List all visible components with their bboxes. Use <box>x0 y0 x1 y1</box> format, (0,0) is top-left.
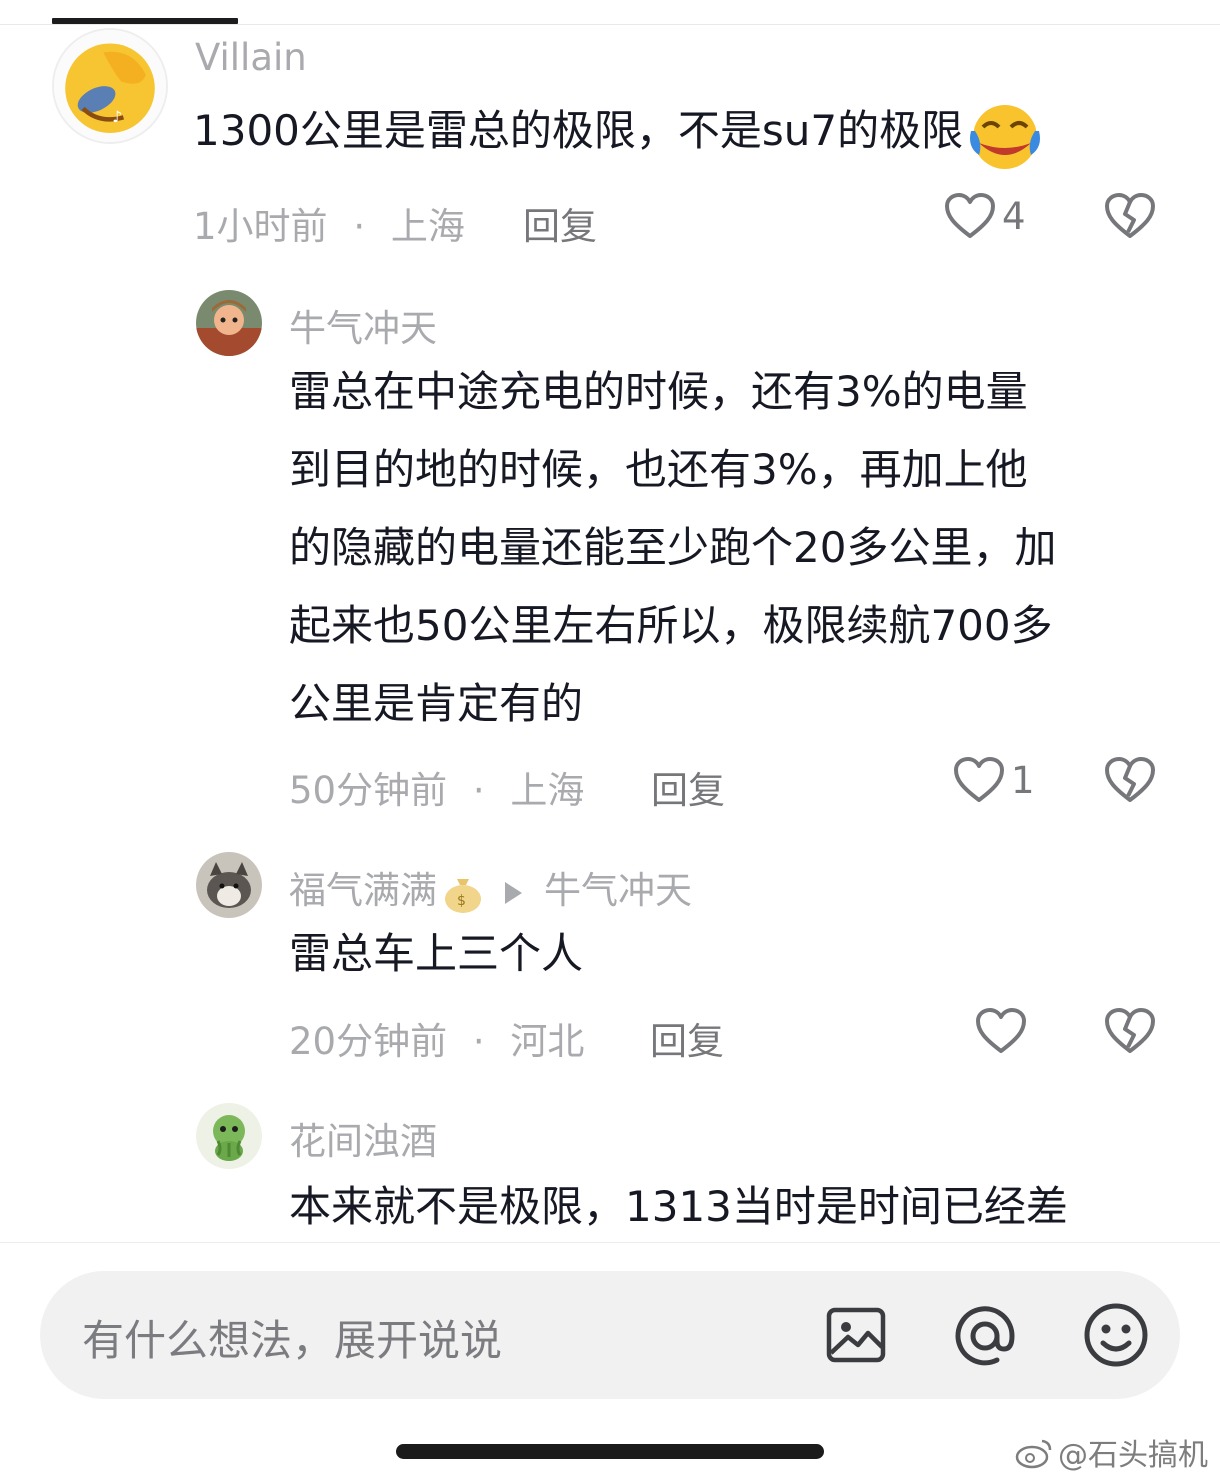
comment-location: 上海 <box>390 205 465 248</box>
heart-outline-icon <box>944 192 996 240</box>
comment-text-line: 雷总车上三个人 <box>289 929 584 978</box>
watermark-text: @石头搞机 <box>1058 1438 1208 1473</box>
reply-button[interactable]: 回复 <box>523 196 597 250</box>
at-sign-icon[interactable] <box>952 1303 1018 1373</box>
reply-arrow-icon <box>505 881 522 904</box>
comment-time: 20分钟前 <box>289 1020 448 1063</box>
comment-text-line: 雷总在中途充电的时候，还有3%的电量 <box>289 367 1028 416</box>
comment-location: 河北 <box>510 1020 585 1063</box>
comment-text-line: 公里是肯定有的 <box>289 679 584 728</box>
svg-text:♪: ♪ <box>112 107 122 126</box>
like-count: 1 <box>1011 758 1035 802</box>
like-button[interactable] <box>975 1007 1033 1055</box>
avatar[interactable] <box>196 290 262 356</box>
like-button[interactable]: 4 <box>944 192 1026 240</box>
comment-text: 本来就不是极限，1313当时是时间已经差 <box>289 1168 1068 1246</box>
meta-separator: · <box>472 1020 485 1063</box>
top-divider <box>0 24 1220 25</box>
comment-username-row: 福气满满 $ 牛气冲天 <box>289 860 692 915</box>
comment-text-line: 本来就不是极限，1313当时是时间已经差 <box>289 1182 1068 1231</box>
avatar[interactable] <box>196 852 262 918</box>
reply-button[interactable]: 回复 <box>650 1011 724 1065</box>
meta-separator: · <box>353 205 366 248</box>
avatar[interactable] <box>196 1103 262 1169</box>
comment-username[interactable]: 牛气冲天 <box>289 298 437 352</box>
watermark: @石头搞机 <box>1014 1430 1208 1477</box>
reply-to-username[interactable]: 牛气冲天 <box>544 869 692 912</box>
comment-time: 1小时前 <box>193 205 328 248</box>
comment-meta: 50分钟前 · 上海 <box>289 760 584 814</box>
comment-meta: 1小时前 · 上海 <box>193 196 465 250</box>
comment-username[interactable]: 福气满满 <box>289 869 437 912</box>
smiley-icon[interactable] <box>1082 1301 1150 1373</box>
comment-text-line: 1300公里是雷总的极限，不是su7的极限 <box>193 106 964 155</box>
reply-button[interactable]: 回复 <box>651 760 725 814</box>
avatar[interactable]: ♪ <box>52 28 168 144</box>
comment-text-line: 的隐藏的电量还能至少跑个20多公里，加 <box>289 523 1057 572</box>
image-icon[interactable] <box>824 1303 888 1371</box>
comment-input-placeholder: 有什么想法，展开说说 <box>82 1316 503 1365</box>
like-count: 4 <box>1002 194 1026 238</box>
heart-outline-icon <box>975 1007 1027 1055</box>
comment-username[interactable]: 花间浊酒 <box>289 1111 437 1165</box>
comment-input[interactable]: 有什么想法，展开说说 <box>40 1271 1180 1399</box>
heart-outline-icon <box>953 756 1005 804</box>
comment-text: 1300公里是雷总的极限，不是su7的极限 <box>193 92 1045 171</box>
comment-location: 上海 <box>510 769 585 812</box>
comment-text: 雷总在中途充电的时候，还有3%的电量 到目的地的时候，也还有3%，再加上他 的隐… <box>289 353 1056 743</box>
home-indicator[interactable] <box>396 1444 824 1459</box>
meta-separator: · <box>472 769 485 812</box>
broken-heart-icon[interactable] <box>1104 1007 1156 1055</box>
comment-meta: 20分钟前 · 河北 <box>289 1011 584 1065</box>
money-bag-emoji-icon: $ <box>439 871 487 915</box>
like-button[interactable]: 1 <box>953 756 1035 804</box>
laugh-cry-emoji-icon <box>965 97 1045 171</box>
comment-text-line: 起来也50公里左右所以，极限续航700多 <box>289 601 1053 650</box>
comment-time: 50分钟前 <box>289 769 448 812</box>
broken-heart-icon[interactable] <box>1104 756 1156 804</box>
svg-text:$: $ <box>457 893 466 909</box>
comment-text-line: 到目的地的时候，也还有3%，再加上他 <box>289 445 1028 494</box>
broken-heart-icon[interactable] <box>1104 192 1156 240</box>
weibo-logo-icon <box>1014 1437 1054 1477</box>
comment-text: 雷总车上三个人 <box>289 915 583 993</box>
comment-username[interactable]: Villain <box>195 36 307 79</box>
